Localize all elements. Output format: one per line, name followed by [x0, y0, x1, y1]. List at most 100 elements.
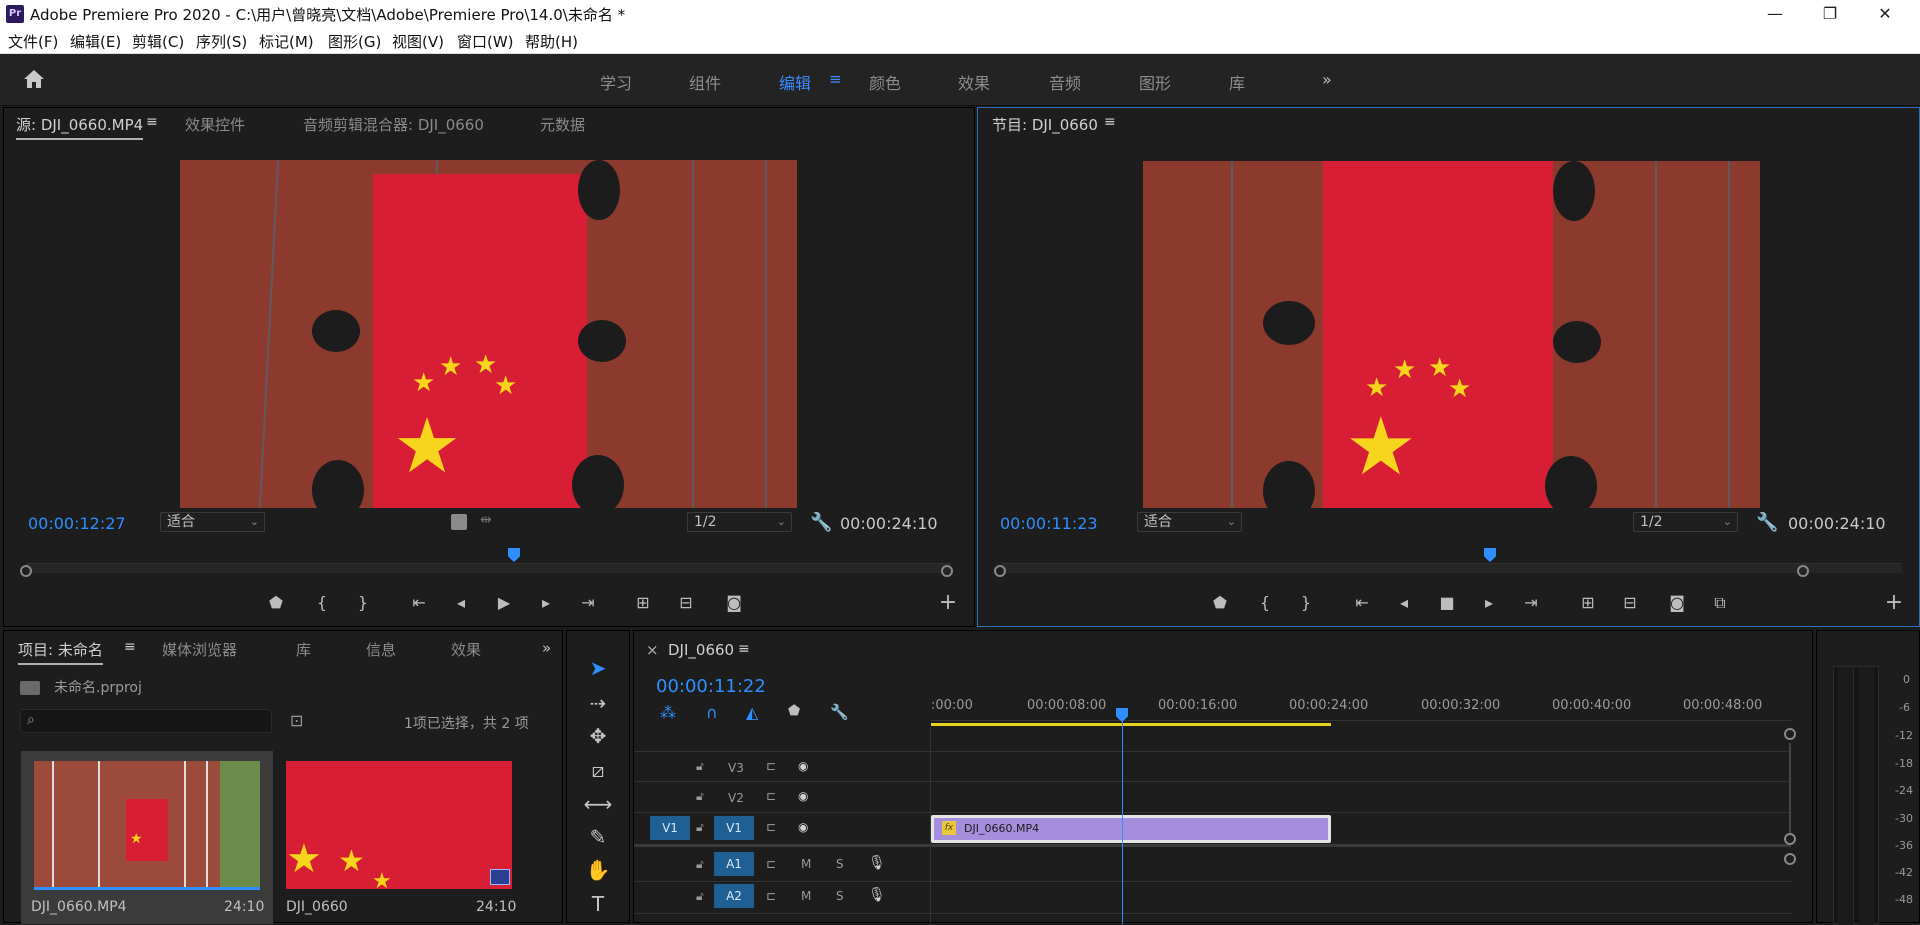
program-timecode[interactable]: 00:00:11:23 — [1000, 514, 1098, 533]
ripple-edit-tool-icon[interactable]: ✥ — [581, 721, 615, 751]
tab-sequence[interactable]: DJI_0660 — [668, 641, 734, 659]
razor-tool-icon[interactable]: ⧄ — [581, 755, 615, 785]
sync-lock-icon[interactable]: ⊏ — [766, 889, 776, 903]
camera-icon[interactable]: ◙ — [1665, 591, 1689, 615]
wrench-icon[interactable]: 🔧 — [810, 512, 832, 533]
hand-tool-icon[interactable]: ✋ — [581, 855, 615, 885]
snap-magnet-icon[interactable]: ∩ — [706, 703, 718, 722]
source-zoom-start-handle[interactable] — [20, 565, 32, 577]
menu-sequence[interactable]: 序列(S) — [196, 31, 247, 52]
sync-lock-icon[interactable]: ⊏ — [766, 820, 776, 834]
project-overflow-icon[interactable]: » — [542, 639, 551, 657]
workspace-menu-icon[interactable]: ≡ — [829, 70, 842, 88]
workspace-overflow-icon[interactable]: » — [1322, 70, 1332, 89]
eye-icon[interactable]: ◉ — [798, 820, 808, 834]
step-back-icon[interactable]: ◂ — [1392, 591, 1416, 615]
tab-info[interactable]: 信息 — [366, 639, 396, 660]
program-resolution-dropdown[interactable]: 1/2 ⌄ — [1633, 512, 1738, 532]
extract-icon[interactable]: ⊟ — [1618, 591, 1642, 615]
add-marker-icon[interactable]: ⬟ — [1208, 591, 1232, 615]
track-label-v3[interactable]: V3 — [728, 761, 744, 775]
program-tab-menu-icon[interactable]: ≡ — [1104, 114, 1116, 130]
tab-project[interactable]: 项目: 未命名 — [18, 639, 103, 665]
video-scroll-handle[interactable] — [1784, 728, 1796, 740]
track-label-a2[interactable]: A2 — [714, 884, 754, 908]
add-marker-icon[interactable]: ⬟ — [264, 591, 288, 615]
source-time-ruler[interactable] — [26, 563, 951, 573]
pen-tool-icon[interactable]: ✎ — [581, 822, 615, 852]
tab-effects[interactable]: 效果 — [451, 639, 481, 660]
source-playhead[interactable] — [508, 548, 520, 562]
tab-program[interactable]: 节目: DJI_0660 — [992, 114, 1098, 135]
eye-icon[interactable]: ◉ — [798, 789, 808, 803]
go-to-out-icon[interactable]: ⇥ — [1519, 591, 1543, 615]
play-icon[interactable]: ▶ — [492, 591, 516, 615]
workspace-editing[interactable]: 编辑 — [779, 70, 811, 94]
workspace-color[interactable]: 颜色 — [869, 70, 901, 94]
source-timecode[interactable]: 00:00:12:27 — [28, 514, 126, 533]
source-zoom-end-handle[interactable] — [941, 565, 953, 577]
overwrite-icon[interactable]: ⊟ — [674, 591, 698, 615]
step-forward-icon[interactable]: ▸ — [1477, 591, 1501, 615]
thumbnail-scrub-bar[interactable] — [34, 887, 260, 890]
project-item[interactable]: ★ DJI_0660.MP4 24:10 — [21, 751, 273, 924]
lock-icon[interactable]: 🔓︎ — [696, 889, 704, 904]
tab-libraries[interactable]: 库 — [296, 639, 311, 660]
microphone-icon[interactable]: 🎙︎ — [868, 887, 886, 903]
track-label-v1[interactable]: V1 — [714, 816, 754, 840]
minimize-button[interactable]: — — [1760, 3, 1790, 25]
mute-button[interactable]: M — [801, 857, 811, 871]
track-label-a1[interactable]: A1 — [714, 852, 754, 876]
tab-metadata[interactable]: 元数据 — [540, 114, 585, 135]
workspace-effects[interactable]: 效果 — [958, 70, 990, 94]
mute-button[interactable]: M — [801, 889, 811, 903]
tab-audio-clip-mixer[interactable]: 音频剪辑混合器: DJI_0660 — [303, 114, 484, 135]
audio-scroll-handle[interactable] — [1784, 853, 1796, 865]
source-tab-menu-icon[interactable]: ≡ — [146, 114, 158, 130]
work-area-bar[interactable] — [931, 723, 1331, 726]
track-label-v2[interactable]: V2 — [728, 791, 744, 805]
sync-lock-icon[interactable]: ⊏ — [766, 759, 776, 773]
workspace-libraries[interactable]: 库 — [1229, 70, 1245, 94]
tab-media-browser[interactable]: 媒体浏览器 — [162, 639, 237, 660]
timeline-settings-wrench-icon[interactable]: 🔧 — [830, 703, 849, 721]
tab-effect-controls[interactable]: 效果控件 — [185, 114, 245, 135]
lock-icon[interactable]: 🔓︎ — [696, 857, 704, 872]
program-time-ruler[interactable] — [1002, 563, 1902, 573]
timeline-ruler[interactable]: :00:00 00:00:08:00 00:00:16:00 00:00:24:… — [931, 689, 1791, 721]
wrench-icon[interactable]: 🔧 — [1756, 512, 1778, 533]
selection-tool-icon[interactable]: ➤ — [581, 653, 615, 683]
type-tool-icon[interactable]: T — [581, 889, 615, 919]
drag-audio-icon[interactable]: ⇹ — [480, 512, 492, 528]
mark-in-icon[interactable]: { — [310, 591, 334, 615]
track-select-tool-icon[interactable]: ⇢ — [581, 688, 615, 718]
workspace-graphics[interactable]: 图形 — [1139, 70, 1171, 94]
linked-selection-icon[interactable]: ◭ — [746, 703, 758, 722]
timeline-timecode[interactable]: 00:00:11:22 — [656, 676, 766, 697]
solo-button[interactable]: S — [836, 889, 844, 903]
program-playhead[interactable] — [1484, 548, 1496, 562]
menu-graphics[interactable]: 图形(G) — [328, 31, 381, 52]
mark-out-icon[interactable]: } — [1294, 591, 1318, 615]
lock-icon[interactable]: 🔓︎ — [696, 789, 704, 804]
timeline-tab-menu-icon[interactable]: ≡ — [738, 641, 750, 657]
menu-clip[interactable]: 剪辑(C) — [132, 31, 184, 52]
menu-markers[interactable]: 标记(M) — [259, 31, 314, 52]
slip-tool-icon[interactable]: ⟷ — [581, 789, 615, 819]
maximize-button[interactable]: ❐ — [1815, 3, 1845, 25]
close-button[interactable]: ✕ — [1870, 3, 1900, 25]
project-item[interactable]: ★ ★ ★ DJI_0660 24:10 — [276, 751, 528, 924]
source-add-button-icon[interactable]: + — [936, 591, 960, 615]
mark-in-icon[interactable]: { — [1253, 591, 1277, 615]
drag-video-icon[interactable] — [451, 514, 467, 530]
add-marker-icon[interactable]: ⬟ — [788, 703, 800, 719]
workspace-audio[interactable]: 音频 — [1049, 70, 1081, 94]
source-fit-dropdown[interactable]: 适合 ⌄ — [160, 512, 265, 532]
source-resolution-dropdown[interactable]: 1/2 ⌄ — [687, 512, 792, 532]
step-back-icon[interactable]: ◂ — [449, 591, 473, 615]
video-clip[interactable]: fx DJI_0660.MP4 — [931, 815, 1331, 843]
workspace-assembly[interactable]: 组件 — [689, 70, 721, 94]
solo-button[interactable]: S — [836, 857, 844, 871]
go-to-out-icon[interactable]: ⇥ — [576, 591, 600, 615]
video-scroll-handle[interactable] — [1784, 833, 1796, 845]
